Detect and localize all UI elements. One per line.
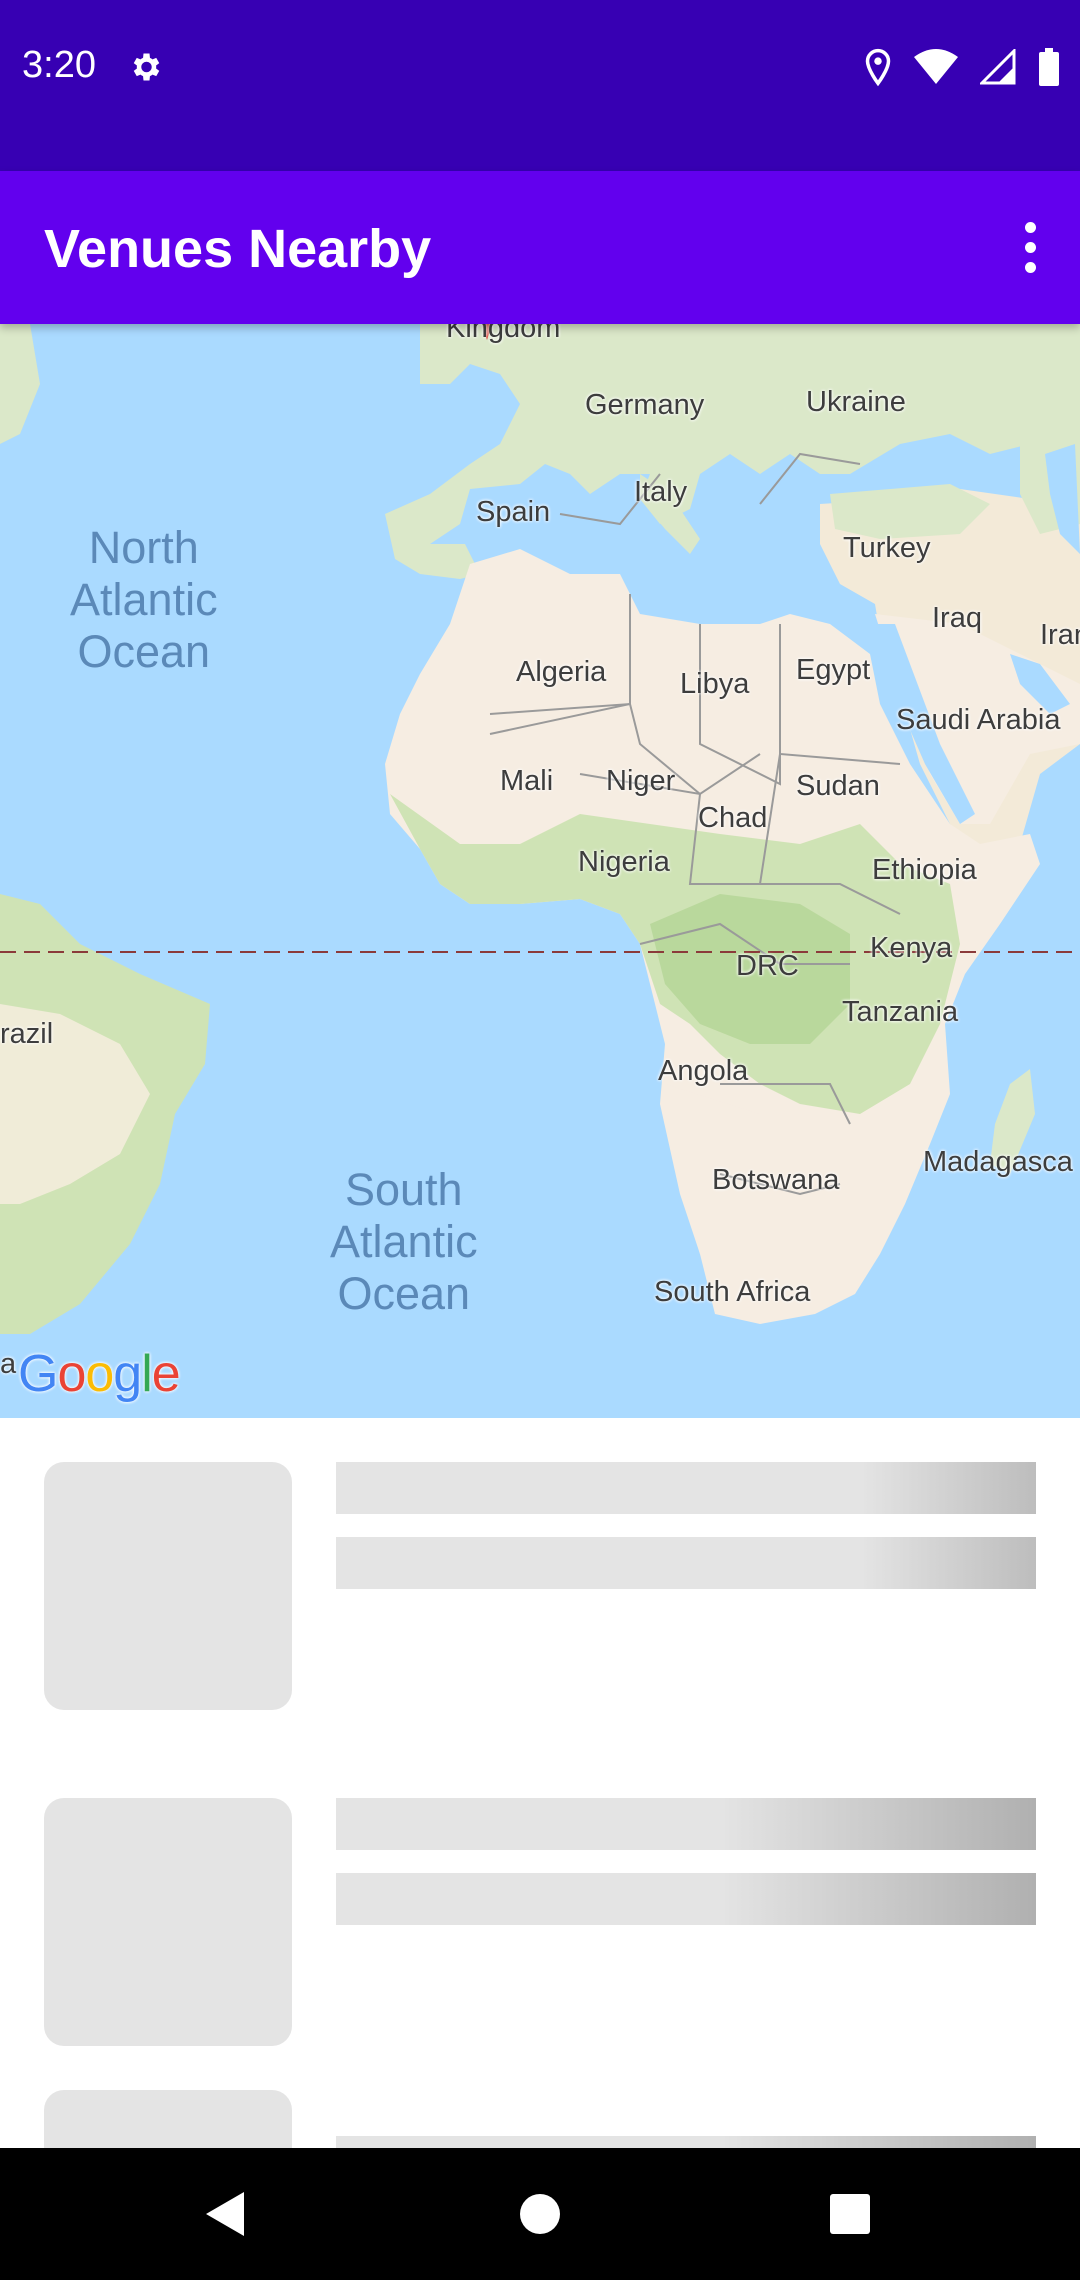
map-label-south-africa: South Africa <box>654 1276 811 1308</box>
map-label-mali: Mali <box>500 765 554 797</box>
wifi-icon <box>914 49 958 84</box>
battery-icon <box>1039 48 1059 86</box>
ocean-label-north-atlantic-line1: North <box>88 522 199 573</box>
recents-icon[interactable] <box>820 2184 880 2244</box>
more-vert-icon[interactable] <box>1010 215 1050 279</box>
map-label-spain: Spain <box>476 496 551 528</box>
ocean-label-north-atlantic-line2: Atlantic <box>70 574 218 625</box>
map-label-saudi-arabia: Saudi Arabia <box>896 704 1061 736</box>
map-label-iran: Iran <box>1040 619 1080 651</box>
map-label-edge-a: a <box>0 1348 17 1380</box>
location-icon <box>865 48 891 87</box>
placeholder-thumbnail <box>44 1798 292 2046</box>
ocean-label-north-atlantic: North Atlantic Ocean <box>70 522 218 678</box>
placeholder-subtitle-bar <box>336 1537 1036 1589</box>
placeholder-thumbnail <box>44 2090 292 2148</box>
ocean-label-south-atlantic-line2: Atlantic <box>330 1216 478 1267</box>
map-label-niger: Niger <box>606 765 676 797</box>
map-label-iraq: Iraq <box>932 602 982 634</box>
map-label-brazil: razil <box>0 1018 54 1050</box>
map-label-tanzania: Tanzania <box>842 996 959 1028</box>
status-icons <box>864 47 1060 87</box>
placeholder-thumbnail <box>44 1462 292 1710</box>
app-bar: Venues Nearby <box>0 171 1080 324</box>
settings-icon <box>133 53 160 81</box>
placeholder-title-bar <box>336 1798 1036 1850</box>
list-item-placeholder[interactable] <box>0 1462 1080 1712</box>
map-label-chad: Chad <box>698 802 768 834</box>
map-label-botswana: Botswana <box>712 1164 840 1196</box>
map-label-turkey: Turkey <box>843 532 931 564</box>
navigation-bar <box>0 2148 1080 2280</box>
map-label-drc: DRC <box>736 950 799 982</box>
map-label-nigeria: Nigeria <box>578 846 670 878</box>
status-time: 3:20 <box>22 44 96 86</box>
status-bar: 3:20 <box>0 0 1080 171</box>
map-label-algeria: Algeria <box>516 656 607 688</box>
map-label-egypt: Egypt <box>796 654 871 686</box>
back-icon[interactable] <box>196 2184 256 2244</box>
list-item-placeholder[interactable] <box>0 1798 1080 2048</box>
venue-list[interactable] <box>0 1418 1080 2148</box>
ocean-label-south-atlantic-line1: South <box>344 1164 463 1215</box>
placeholder-title-bar <box>336 1462 1036 1514</box>
map-label-kenya: Kenya <box>870 932 953 964</box>
map-label-sudan: Sudan <box>796 770 880 802</box>
map-label-germany: Germany <box>585 389 705 421</box>
map-label-madagascar: Madagasca <box>923 1146 1073 1178</box>
map-label-angola: Angola <box>658 1055 749 1087</box>
map-view[interactable]: North Atlantic Ocean South Atlantic Ocea… <box>0 324 1080 1418</box>
map-label-libya: Libya <box>680 668 750 700</box>
signal-icon <box>980 49 1016 85</box>
placeholder-title-bar <box>336 2136 1036 2148</box>
map-label-ethiopia: Ethiopia <box>872 854 977 886</box>
ocean-label-north-atlantic-line3: Ocean <box>77 626 211 677</box>
map-label-kingdom: Kingdom <box>446 324 561 344</box>
google-logo[interactable]: Google <box>18 1344 181 1404</box>
map-label-ukraine: Ukraine <box>806 386 906 418</box>
map-label-italy: Italy <box>634 476 688 508</box>
ocean-label-south-atlantic: South Atlantic Ocean <box>330 1164 478 1320</box>
app-title: Venues Nearby <box>44 219 432 279</box>
home-icon[interactable] <box>510 2184 570 2244</box>
map-land-top-left <box>0 324 40 444</box>
list-item-placeholder[interactable] <box>0 2090 1080 2148</box>
placeholder-subtitle-bar <box>336 1873 1036 1925</box>
ocean-label-south-atlantic-line3: Ocean <box>337 1268 471 1319</box>
